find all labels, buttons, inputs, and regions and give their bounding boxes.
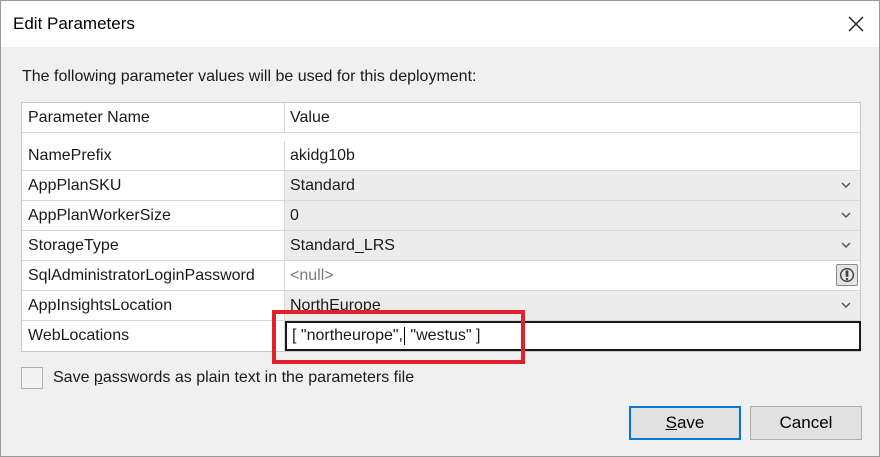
param-name: StorageType [22, 231, 285, 260]
chevron-down-icon [841, 182, 851, 189]
header-parameter-name: Parameter Name [22, 103, 285, 132]
chevron-down-icon [841, 242, 851, 249]
save-button[interactable]: Save [629, 406, 741, 440]
dropdown-value: Standard_LRS [290, 236, 395, 254]
text-caret [403, 327, 405, 345]
param-row-weblocations: WebLocations [ "northeurope", "westus" ] [22, 321, 861, 351]
dialog-title: Edit Parameters [13, 14, 135, 33]
save-passwords-checkbox[interactable] [21, 367, 43, 389]
param-row-appplanworkersize: AppPlanWorkerSize 0 [22, 201, 860, 231]
input-text-after-caret: "westus" ] [405, 327, 481, 344]
param-name: NamePrefix [22, 141, 285, 170]
param-value-input[interactable]: akidg10b [285, 141, 860, 170]
param-value-editing-input[interactable]: [ "northeurope", "westus" ] [285, 321, 861, 351]
param-name: SqlAdministratorLoginPassword [22, 261, 285, 290]
param-name: AppPlanWorkerSize [22, 201, 285, 230]
chevron-down-icon [841, 212, 851, 219]
save-passwords-option[interactable]: Save passwords as plain text in the para… [21, 367, 414, 389]
param-row-nameprefix: NamePrefix akidg10b [22, 141, 860, 171]
param-value-dropdown[interactable]: 0 [285, 201, 860, 230]
close-button[interactable] [833, 1, 879, 47]
grid-header-row: Parameter Name Value [22, 103, 860, 133]
param-value-dropdown[interactable]: Standard_LRS [285, 231, 860, 260]
edit-parameters-dialog: Edit Parameters The following parameter … [0, 0, 880, 457]
param-value-dropdown[interactable]: Standard [285, 171, 860, 200]
param-value-password[interactable]: <null> [285, 261, 860, 290]
param-row-appplansku: AppPlanSKU Standard [22, 171, 860, 201]
description-text: The following parameter values will be u… [22, 68, 477, 85]
chevron-down-icon [841, 302, 851, 309]
param-name: WebLocations [22, 321, 285, 351]
save-passwords-label: Save passwords as plain text in the para… [53, 369, 415, 386]
cancel-button[interactable]: Cancel [750, 406, 862, 440]
key-vault-icon[interactable] [836, 264, 858, 286]
dropdown-value: Standard [290, 176, 355, 194]
dropdown-value: NorthEurope [290, 296, 381, 314]
header-value: Value [285, 103, 860, 132]
input-text-before-caret: [ "northeurope", [292, 327, 403, 344]
parameters-grid: Parameter Name Value NamePrefix akidg10b… [21, 102, 861, 352]
param-name: AppPlanSKU [22, 171, 285, 200]
param-name: AppInsightsLocation [22, 291, 285, 320]
title-bar: Edit Parameters [1, 1, 879, 47]
null-placeholder: <null> [290, 266, 334, 284]
dropdown-value: 0 [290, 206, 299, 224]
param-row-appinsightslocation: AppInsightsLocation NorthEurope [22, 291, 860, 321]
param-row-sqladminpassword: SqlAdministratorLoginPassword <null> [22, 261, 860, 291]
param-row-storagetype: StorageType Standard_LRS [22, 231, 860, 261]
close-icon [848, 16, 864, 32]
param-value-dropdown[interactable]: NorthEurope [285, 291, 860, 320]
